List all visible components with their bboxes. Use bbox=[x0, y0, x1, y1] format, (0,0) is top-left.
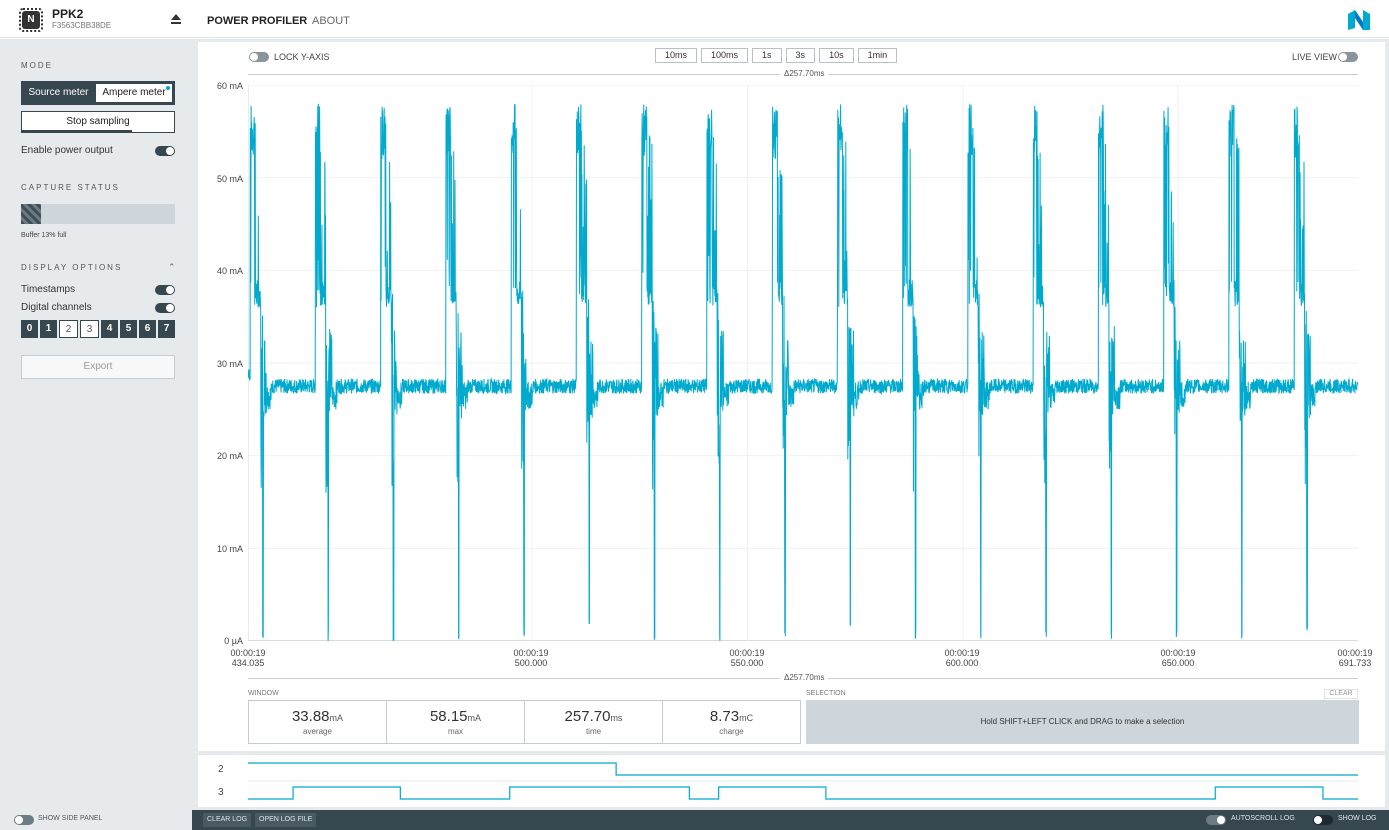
current-series-line bbox=[248, 103, 1358, 641]
footer-bar: SHOW SIDE PANEL CLEAR LOG OPEN LOG FILE … bbox=[0, 810, 1389, 830]
channel-4-button[interactable]: 4 bbox=[101, 320, 118, 338]
stop-sampling-button[interactable]: Stop sampling bbox=[21, 111, 175, 133]
channel-2-button[interactable]: 2 bbox=[59, 320, 78, 338]
buffer-fill bbox=[21, 204, 42, 224]
show-side-panel-label: SHOW SIDE PANEL bbox=[38, 815, 103, 822]
y-tick-label: 20 mA bbox=[216, 451, 243, 461]
autoscroll-log-toggle[interactable] bbox=[1206, 815, 1226, 825]
device-chip-icon[interactable]: N bbox=[19, 8, 43, 32]
digital-channels-toggle[interactable] bbox=[155, 303, 175, 313]
ampere-meter-button[interactable]: Ampere meter bbox=[96, 84, 172, 102]
autoscroll-log-label: AUTOSCROLL LOG bbox=[1231, 815, 1295, 822]
digital-channels-label: Digital channels bbox=[21, 302, 92, 313]
open-log-file-button[interactable]: OPEN LOG FILE bbox=[255, 813, 317, 827]
x-tick-label: 00:00:19 650.000 bbox=[1160, 648, 1196, 668]
timestamps-label: Timestamps bbox=[21, 284, 76, 295]
y-tick-label: 30 mA bbox=[216, 359, 243, 369]
channel-0-button[interactable]: 0 bbox=[21, 320, 38, 338]
window-10ms-button[interactable]: 10ms bbox=[655, 48, 698, 63]
channel-3-button[interactable]: 3 bbox=[80, 320, 99, 338]
chevron-up-icon[interactable]: ⌃ bbox=[168, 262, 176, 273]
x-tick-label: 00:00:19 550.000 bbox=[729, 648, 765, 668]
y-tick-label: 60 mA bbox=[216, 81, 243, 91]
display-options-title: DISPLAY OPTIONS bbox=[21, 263, 123, 272]
show-log-toggle[interactable] bbox=[1313, 815, 1333, 825]
channel-5-button[interactable]: 5 bbox=[120, 320, 137, 338]
lock-y-axis-label: LOCK Y-AXIS bbox=[274, 52, 330, 62]
digital-channel-label: 2 bbox=[218, 764, 224, 775]
sampling-progress bbox=[22, 130, 132, 132]
channel-7-button[interactable]: 7 bbox=[158, 320, 175, 338]
current-plot[interactable] bbox=[248, 85, 1358, 641]
show-log-label: SHOW LOG bbox=[1338, 815, 1377, 822]
stat-time: 257.70ms time bbox=[525, 701, 663, 743]
app-header: N PPK2 F3563CBB38DE POWER PROFILER ABOUT bbox=[0, 0, 1389, 38]
y-tick-label: 10 mA bbox=[216, 544, 243, 554]
mode-toggle: Source meter Ampere meter bbox=[21, 81, 175, 105]
stat-max: 58.15mA max bbox=[387, 701, 525, 743]
x-tick-label: 00:00:19 691.733 bbox=[1337, 648, 1373, 668]
window-100ms-button[interactable]: 100ms bbox=[701, 48, 749, 63]
enable-power-output-toggle[interactable] bbox=[155, 146, 175, 156]
lock-y-axis-toggle[interactable] bbox=[249, 52, 269, 62]
x-tick-label: 00:00:19 500.000 bbox=[513, 648, 549, 668]
stat-charge: 8.73mC charge bbox=[709, 708, 754, 736]
show-side-panel-toggle[interactable] bbox=[14, 815, 34, 825]
y-tick-label: 40 mA bbox=[216, 266, 243, 276]
selection-title: SELECTION bbox=[806, 690, 846, 697]
ampere-meter-label: Ampere meter bbox=[102, 87, 166, 98]
window-3s-button[interactable]: 3s bbox=[785, 48, 816, 63]
delta-bottom-label: Δ257.70ms bbox=[780, 673, 829, 682]
digital-channel-label: 3 bbox=[218, 787, 224, 798]
window-stats-title: WINDOW bbox=[248, 690, 279, 697]
selection-box: Hold SHIFT+LEFT CLICK and DRAG to make a… bbox=[806, 700, 1359, 744]
tab-about[interactable]: ABOUT bbox=[312, 15, 350, 27]
nordic-logo-icon bbox=[1348, 10, 1370, 30]
y-tick-label: 50 mA bbox=[216, 174, 243, 184]
window-10s-button[interactable]: 10s bbox=[819, 48, 854, 63]
capture-status-title: CAPTURE STATUS bbox=[21, 183, 120, 192]
eject-icon[interactable] bbox=[170, 13, 182, 25]
buffer-label: Buffer 13% full bbox=[21, 232, 67, 239]
digital-channel-3-trace bbox=[248, 786, 1358, 800]
window-1min-button[interactable]: 1min bbox=[857, 48, 898, 63]
window-stats: 33.88mA average 58.15mA max 257.70ms tim… bbox=[248, 700, 801, 744]
clear-log-button[interactable]: CLEAR LOG bbox=[203, 813, 252, 827]
y-tick-label: 0 µA bbox=[224, 636, 243, 646]
stat-average: 33.88mA average bbox=[249, 701, 387, 743]
device-name[interactable]: PPK2 bbox=[52, 7, 83, 21]
device-serial: F3563CBB38DE bbox=[52, 21, 112, 30]
channel-selector: 01234567 bbox=[21, 320, 175, 338]
digital-plot bbox=[248, 762, 1358, 800]
live-view-toggle[interactable] bbox=[1338, 52, 1358, 62]
tab-power-profiler[interactable]: POWER PROFILER bbox=[207, 15, 307, 27]
x-tick-label: 00:00:19 434.035 bbox=[230, 648, 266, 668]
channel-6-button[interactable]: 6 bbox=[139, 320, 156, 338]
digital-channel-2-trace bbox=[248, 762, 1358, 776]
source-meter-button[interactable]: Source meter bbox=[21, 81, 96, 105]
export-button[interactable]: Export bbox=[21, 355, 175, 379]
stop-sampling-label: Stop sampling bbox=[66, 116, 130, 127]
timestamps-toggle[interactable] bbox=[155, 285, 175, 295]
clear-selection-button[interactable]: CLEAR bbox=[1324, 689, 1358, 699]
channel-1-button[interactable]: 1 bbox=[40, 320, 57, 338]
delta-top-label: Δ257.70ms bbox=[780, 69, 829, 78]
active-dot-icon bbox=[166, 86, 170, 90]
buffer-bar bbox=[21, 204, 175, 224]
enable-power-output-label: Enable power output bbox=[21, 145, 113, 156]
mode-title: MODE bbox=[21, 61, 53, 70]
x-tick-label: 00:00:19 600.000 bbox=[944, 648, 980, 668]
window-buttons: 10ms 100ms 1s 3s 10s 1min bbox=[655, 48, 898, 63]
live-view-label: LIVE VIEW bbox=[1292, 52, 1338, 62]
window-1s-button[interactable]: 1s bbox=[752, 48, 782, 63]
